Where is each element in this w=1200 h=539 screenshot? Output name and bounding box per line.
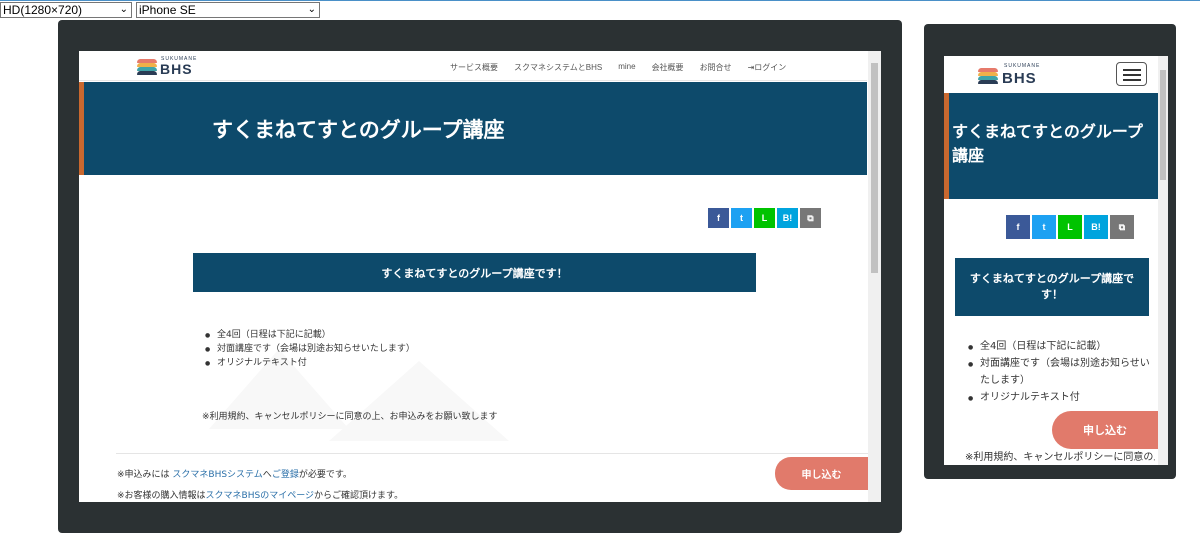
site-logo[interactable]: BHS SUKUMANE: [978, 63, 1041, 87]
resolution-select-value: HD(1280×720): [3, 3, 83, 17]
list-item: 全4回（日程は下記に記載）: [966, 338, 1156, 356]
apply-button[interactable]: 申し込む: [1052, 411, 1158, 449]
page-hero: すくまねてすとのグループ講座: [944, 93, 1158, 199]
device-select-value: iPhone SE: [139, 3, 196, 17]
nav-contact[interactable]: お問合せ: [700, 62, 732, 73]
feature-list: 全4回（日程は下記に記載） 対面講座です（会場は別途お知らせいたします） オリジ…: [203, 328, 415, 371]
site-logo[interactable]: BHS SUKUMANE: [137, 56, 196, 77]
logo-text: BHS: [1002, 70, 1037, 87]
nav-login[interactable]: ⇥ログイン: [748, 62, 787, 73]
mobile-preview-frame: BHS SUKUMANE すくまねてすとのグループ講座 f t L B! ⧉ す…: [924, 24, 1176, 479]
site-header: BHS SUKUMANE サービス概要 スクマネシステムとBHS mine 会社…: [79, 51, 867, 81]
mypage-suffix: からご確認頂けます。: [314, 491, 404, 501]
mobile-screen: BHS SUKUMANE すくまねてすとのグループ講座 f t L B! ⧉ す…: [944, 56, 1168, 465]
hatena-share-button[interactable]: B!: [1084, 215, 1108, 239]
chevron-down-icon: ⌄: [119, 4, 128, 15]
scrollbar-thumb[interactable]: [871, 63, 878, 273]
signup-note: ※申込みには スクマネBHSシステムへご登録が必要です。: [117, 467, 352, 480]
signup-suffix: が必要です。: [298, 470, 352, 480]
facebook-share-button[interactable]: f: [708, 208, 729, 228]
desktop-preview-frame: BHS SUKUMANE サービス概要 スクマネシステムとBHS mine 会社…: [58, 20, 902, 533]
twitter-share-button[interactable]: t: [731, 208, 752, 228]
list-item: 対面講座です（会場は別途お知らせいたします）: [203, 342, 415, 357]
logo-mark-icon: [137, 59, 157, 76]
register-link[interactable]: ご登録: [272, 470, 299, 480]
section-banner: すくまねてすとのグループ講座です！: [955, 258, 1149, 316]
resolution-select[interactable]: HD(1280×720) ⌄: [0, 2, 132, 18]
line-share-button[interactable]: L: [754, 208, 775, 228]
menu-button[interactable]: [1116, 62, 1147, 86]
nav-mine[interactable]: mine: [618, 62, 635, 73]
mypage-prefix: ※お客様の購入情報は: [117, 491, 206, 501]
list-item: オリジナルテキスト付: [966, 389, 1156, 407]
twitter-share-button[interactable]: t: [1032, 215, 1056, 239]
scrollbar[interactable]: [868, 51, 881, 502]
share-buttons: f t L B! ⧉: [708, 208, 821, 228]
nav-company[interactable]: 会社概要: [652, 62, 684, 73]
list-item: 対面講座です（会場は別途お知らせいたします）: [966, 355, 1156, 389]
signup-mid: へ: [262, 470, 272, 480]
share-buttons: f t L B! ⧉: [1006, 215, 1134, 239]
divider: [116, 453, 868, 454]
policy-note: ※利用規約、キャンセルポリシーに同意の上、お申込みをお願い致します: [202, 412, 498, 422]
logo-subtext: SUKUMANE: [161, 56, 198, 62]
scrollbar[interactable]: [1158, 56, 1168, 465]
list-item: 全4回（日程は下記に記載）: [203, 328, 415, 343]
system-link[interactable]: スクマネBHSシステム: [172, 470, 262, 480]
device-select[interactable]: iPhone SE ⌄: [136, 2, 320, 18]
chevron-down-icon: ⌄: [307, 4, 316, 15]
mountain-watermark: [329, 361, 509, 441]
nav-login-label: ログイン: [754, 63, 787, 72]
preview-toolbar: HD(1280×720) ⌄ iPhone SE ⌄: [0, 0, 1200, 18]
hamburger-icon: [1123, 69, 1141, 71]
signup-prefix: ※申込みには: [117, 470, 173, 480]
nav-service[interactable]: サービス概要: [450, 62, 498, 73]
section-banner: すくまねてすとのグループ講座です！: [193, 253, 756, 292]
mobile-header: BHS SUKUMANE: [944, 56, 1158, 93]
copy-link-button[interactable]: ⧉: [1110, 215, 1134, 239]
facebook-share-button[interactable]: f: [1006, 215, 1030, 239]
page-hero: すくまねてすとのグループ講座: [79, 82, 867, 175]
list-item: オリジナルテキスト付: [203, 356, 415, 371]
page-title: すくまねてすとのグループ講座: [952, 122, 1143, 165]
scrollbar-thumb[interactable]: [1160, 70, 1166, 180]
main-nav: サービス概要 スクマネシステムとBHS mine 会社概要 お問合せ ⇥ログイン: [450, 62, 786, 73]
apply-button[interactable]: 申し込む: [775, 457, 868, 490]
logo-text: BHS: [160, 61, 193, 77]
desktop-screen: BHS SUKUMANE サービス概要 スクマネシステムとBHS mine 会社…: [79, 51, 881, 502]
line-share-button[interactable]: L: [1058, 215, 1082, 239]
nav-system[interactable]: スクマネシステムとBHS: [514, 62, 602, 73]
mypage-note: ※お客様の購入情報はスクマネBHSのマイページからご確認頂けます。: [117, 488, 403, 501]
logo-mark-icon: [978, 68, 998, 85]
copy-link-button[interactable]: ⧉: [800, 208, 821, 228]
logo-subtext: SUKUMANE: [1004, 63, 1041, 69]
mypage-link[interactable]: スクマネBHSのマイページ: [206, 491, 314, 501]
page-title: すくまねてすとのグループ講座: [212, 118, 505, 142]
hatena-share-button[interactable]: B!: [777, 208, 798, 228]
policy-note: ※利用規約、キャンセルポリシーに同意の上、お申込みをお願い致します: [965, 452, 1155, 463]
feature-list: 全4回（日程は下記に記載） 対面講座です（会場は別途お知らせいたします） オリジ…: [966, 338, 1156, 407]
